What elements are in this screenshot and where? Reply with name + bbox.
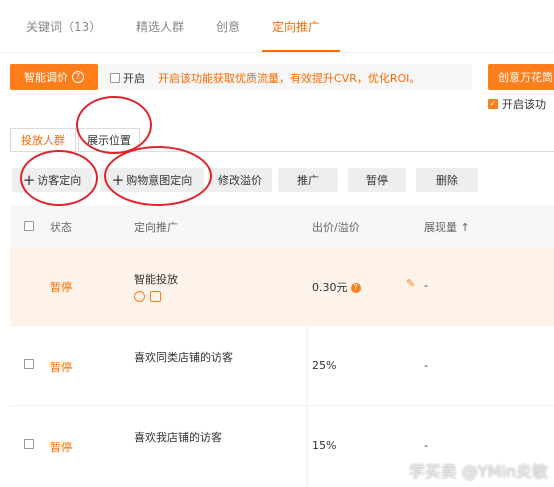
play-icon [134,290,145,302]
smart-bid-tip: 开启该功能获取优质流量，有效提升CVR，优化ROI。 [158,72,421,85]
row-target-icons [134,289,166,302]
annotation-circle [104,146,212,206]
creative-enable-toggle[interactable]: ✓ 开启该功 [488,96,546,112]
checkbox-icon[interactable] [110,73,120,83]
row-checkbox[interactable] [24,359,34,369]
header-price: 出价/溢价 [312,221,360,234]
help-icon[interactable]: ? [72,71,84,83]
row-status[interactable]: 暂停 [50,439,72,455]
smart-bid-bar: 智能调价 ? 开启 开启该功能获取优质流量，有效提升CVR，优化ROI。 [10,64,472,90]
row-impressions: - [424,439,428,452]
table-header: 状态 定向推广 出价/溢价 展现量 ↑ [10,205,554,247]
delete-label: 删除 [436,174,458,187]
tab-keywords[interactable]: 关键词（13） [26,18,101,35]
modify-premium-button[interactable]: 修改溢价 [208,168,272,192]
help-icon[interactable]: ? [350,283,361,293]
table-row: 暂停 喜欢同类店铺的访客 25% - [10,325,554,406]
table-row: 暂停 智能投放 0.30元? ✎ - [10,247,554,326]
smart-bid-label: 智能调价 [24,71,68,84]
row-price: 0.30元? [312,279,361,295]
header-target: 定向推广 [134,221,178,234]
annotation-circle [20,150,98,206]
checked-checkbox-icon[interactable]: ✓ [488,99,498,109]
smart-bid-toggle[interactable]: 开启 [110,70,145,86]
header-status: 状态 [50,221,72,234]
row-impressions: - [424,359,428,372]
edit-icon[interactable]: ✎ [406,277,415,290]
tab-creative[interactable]: 创意 [216,18,240,35]
active-tab-indicator [262,50,340,52]
row-price: 15% [312,439,337,452]
creative-check-label: 开启该功 [502,98,546,111]
promote-button[interactable]: 推广 [278,168,338,192]
row-checkbox[interactable] [24,439,34,449]
row-status[interactable]: 暂停 [50,279,72,295]
select-all-checkbox[interactable] [24,221,34,231]
row-target: 智能投放 [134,273,178,286]
row-status[interactable]: 暂停 [50,359,72,375]
creative-kaleidoscope-button[interactable]: 创意万花筒 [488,64,554,90]
pause-label: 暂停 [366,174,388,187]
row-target: 喜欢我店铺的访客 [134,431,222,444]
tab-audience[interactable]: 投放人群 [10,128,76,152]
promote-label: 推广 [297,174,319,187]
row-price: 25% [312,359,337,372]
annotation-circle [76,96,152,154]
column-divider [306,325,308,405]
row-target: 喜欢同类店铺的访客 [134,351,233,364]
delete-button[interactable]: 删除 [416,168,478,192]
image-icon [150,290,161,302]
creative-button-label: 创意万花筒 [498,71,553,84]
row-price-value: 0.30元 [312,281,348,294]
column-divider [306,405,308,487]
tab-audience-label: 投放人群 [21,134,65,147]
top-tab-bar: 关键词（13） 精选人群 创意 定向推广 [0,0,554,53]
header-impressions[interactable]: 展现量 ↑ [424,219,470,235]
pause-button[interactable]: 暂停 [348,168,406,192]
sub-tab-divider [10,151,554,152]
row-impressions: - [424,279,428,292]
modify-premium-label: 修改溢价 [218,174,262,187]
watermark: 学买卖 @YMin炎敏 [408,462,548,481]
tab-selected-audience[interactable]: 精选人群 [136,18,184,35]
smart-bid-open-label: 开启 [123,72,145,85]
tab-targeted-promotion[interactable]: 定向推广 [272,18,320,35]
smart-bid-button[interactable]: 智能调价 ? [10,64,98,90]
